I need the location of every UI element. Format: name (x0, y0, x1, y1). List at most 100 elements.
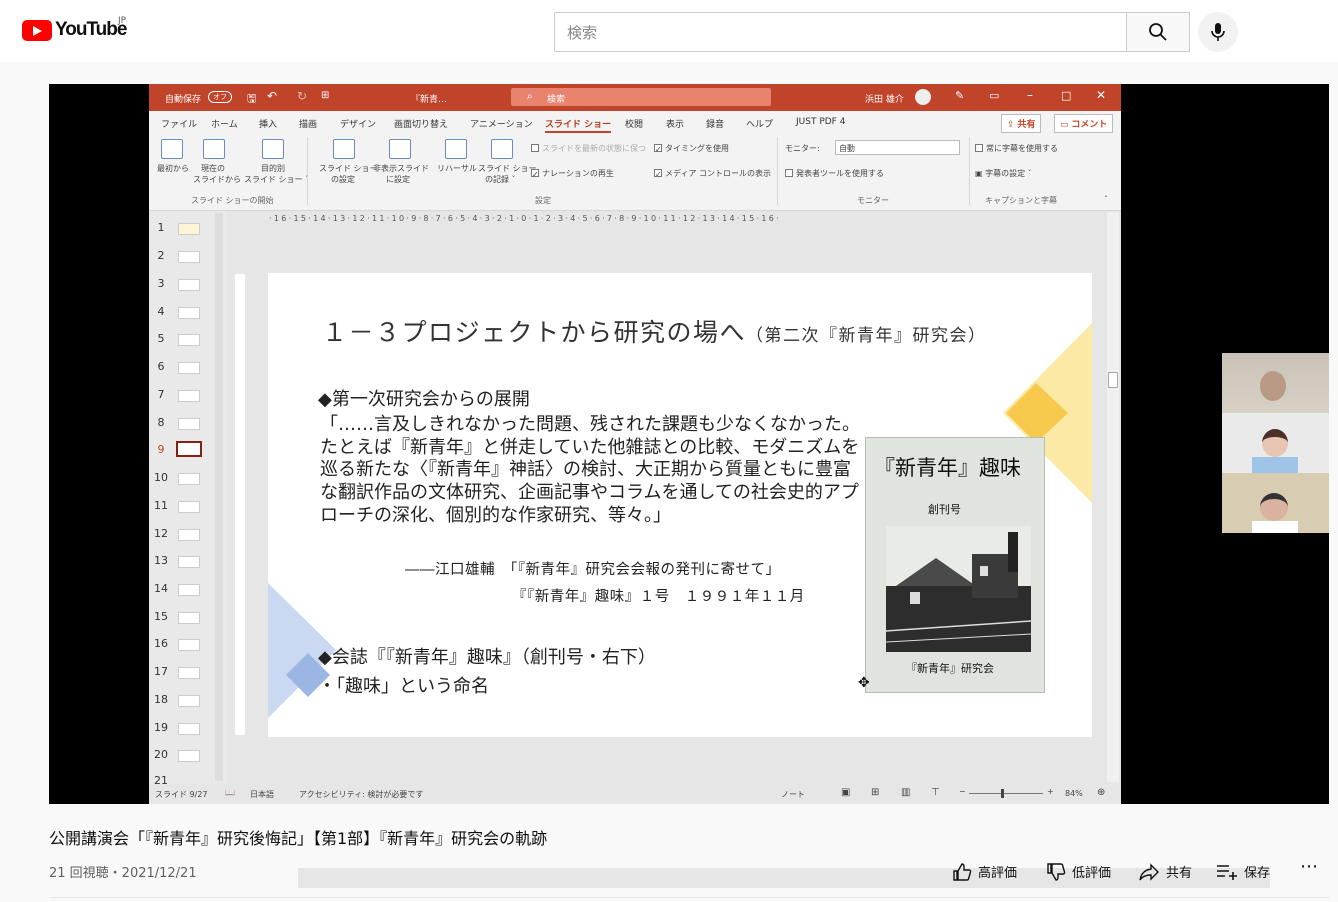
thumbnail-number[interactable]: 13 (153, 554, 169, 567)
presenter-tools-checkbox[interactable]: 発表者ツールを使用する (785, 168, 884, 179)
hide-slide-icon[interactable] (389, 139, 411, 159)
thumbnail[interactable] (178, 501, 200, 513)
always-captions-checkbox[interactable]: 常に字幕を使用する (975, 143, 1058, 154)
fit-slide-icon[interactable]: ⊕ (1097, 787, 1105, 798)
file-name[interactable]: 『新青… (411, 92, 447, 105)
voice-search-button[interactable] (1198, 12, 1238, 52)
monitor-select[interactable]: 自動 (835, 140, 960, 155)
from-start-label[interactable]: 最初から (157, 163, 189, 174)
thumbnail-number[interactable]: 10 (153, 471, 169, 484)
zoom-level[interactable]: 84% (1065, 789, 1083, 798)
user-avatar[interactable] (915, 89, 931, 105)
more-actions-button[interactable]: ⋯ (1300, 856, 1318, 877)
rehearse-icon[interactable] (445, 139, 467, 159)
minimize-icon[interactable]: – (1027, 88, 1033, 102)
vertical-scrollbar[interactable] (1107, 212, 1119, 782)
zoom-in-icon[interactable]: + (1047, 787, 1054, 796)
thumbnail[interactable] (178, 612, 200, 624)
search-input[interactable]: 検索 (554, 12, 1126, 52)
thumbnail-number[interactable]: 2 (153, 249, 169, 262)
save-video-button[interactable]: 保存 (1216, 862, 1270, 881)
thumbnail-number-active[interactable]: 9 (153, 443, 169, 456)
setup-show-label-1[interactable]: スライド ショー (319, 163, 378, 174)
thumbnail-number[interactable]: 8 (153, 416, 169, 429)
thumbnail-number[interactable]: 11 (153, 499, 169, 512)
save-icon[interactable]: 🖫 (247, 90, 256, 109)
menu-animations[interactable]: アニメーション (470, 117, 533, 130)
thumbnail-number[interactable]: 16 (153, 637, 169, 650)
thumbnail[interactable] (178, 390, 200, 402)
thumbnail[interactable] (178, 584, 200, 596)
thumbnail[interactable] (178, 639, 200, 651)
thumbnail[interactable] (178, 279, 200, 291)
menu-record[interactable]: 録音 (706, 117, 724, 130)
dislike-button[interactable]: 低評価 (1046, 862, 1111, 881)
record-show-label-1[interactable]: スライド ショー (478, 163, 537, 174)
thumbnail[interactable] (178, 251, 200, 263)
record-show-icon[interactable] (491, 139, 513, 159)
thumbnail[interactable] (178, 334, 200, 346)
zoom-slider-thumb[interactable] (1001, 789, 1004, 798)
language-label[interactable]: 日本語 (250, 789, 274, 800)
maximize-icon[interactable]: □ (1061, 89, 1071, 102)
from-current-label-2[interactable]: スライドから (193, 174, 241, 185)
comment-button[interactable]: ▭ コメント (1054, 114, 1114, 133)
custom-show-label-1[interactable]: 目的別 (261, 163, 285, 174)
thumbnail-number[interactable]: 14 (153, 582, 169, 595)
slide-canvas[interactable]: １－３プロジェクトから研究の場へ（第二次『新青年』研究会） ◆第一次研究会からの… (268, 273, 1092, 737)
thumbnail[interactable] (178, 362, 200, 374)
slideshow-view-icon[interactable]: ⊤ (931, 787, 940, 798)
hide-slide-label-1[interactable]: 非表示スライド (373, 163, 429, 174)
share-video-button[interactable]: 共有 (1138, 862, 1192, 881)
notes-view-icon[interactable]: 📖 (225, 788, 235, 797)
thumbnail[interactable] (178, 529, 200, 541)
menu-draw[interactable]: 描画 (299, 117, 317, 130)
menu-insert[interactable]: 挿入 (259, 117, 277, 130)
thumbnail-number[interactable]: 20 (153, 748, 169, 761)
undo-icon[interactable]: ↶ (267, 89, 277, 103)
media-controls-checkbox[interactable]: ✓ メディア コントロールの表示 (654, 168, 771, 179)
present-icon[interactable]: ⊞ (321, 90, 329, 101)
ribbon-display-icon[interactable]: ▭ (989, 89, 999, 102)
from-current-label-1[interactable]: 現在の (201, 163, 225, 174)
thumbnail-number[interactable]: 17 (153, 665, 169, 678)
search-button[interactable] (1126, 12, 1190, 52)
from-start-icon[interactable] (161, 139, 183, 159)
menu-justpdf[interactable]: JUST PDF 4 (796, 117, 845, 127)
thumbnail-number[interactable]: 5 (153, 332, 169, 345)
thumbnail-number[interactable]: 4 (153, 305, 169, 318)
thumbnail-number[interactable]: 1 (153, 221, 169, 234)
from-current-icon[interactable] (203, 139, 225, 159)
collapse-ribbon-icon[interactable]: ˆ (1104, 195, 1108, 204)
rehearse-label[interactable]: リハーサル (437, 163, 477, 174)
thumbnail-number[interactable]: 12 (153, 527, 169, 540)
thumbnail-number[interactable]: 3 (153, 277, 169, 290)
thumbnail-number[interactable]: 15 (153, 610, 169, 623)
narration-checkbox[interactable]: ✓ ナレーションの再生 (531, 168, 614, 179)
menu-design[interactable]: デザイン (340, 117, 376, 130)
keep-fresh-checkbox[interactable]: スライドを最新の状態に保つ (531, 143, 646, 154)
thumbnail-number[interactable]: 18 (153, 693, 169, 706)
normal-view-icon[interactable]: ▣ (841, 787, 850, 798)
thumbnail[interactable] (178, 307, 200, 319)
accessibility-status[interactable]: アクセシビリティ: 検討が必要です (299, 789, 423, 800)
hide-slide-label-2[interactable]: に設定 (386, 174, 410, 185)
use-timing-checkbox[interactable]: ✓ タイミングを使用 (654, 143, 729, 154)
menu-view[interactable]: 表示 (666, 117, 684, 130)
ppt-search-box[interactable]: ⌕ 検索 (511, 88, 771, 106)
menu-help[interactable]: ヘルプ (746, 117, 773, 130)
custom-show-label-2[interactable]: スライド ショー ˇ (244, 174, 309, 185)
thumbnail[interactable] (178, 723, 200, 735)
thumbnail[interactable] (178, 750, 200, 762)
autosave-toggle[interactable]: オフ (208, 91, 232, 103)
thumbnail[interactable] (178, 418, 200, 430)
redo-icon[interactable]: ↻ (297, 89, 307, 103)
close-icon[interactable]: ✕ (1096, 88, 1106, 102)
thumbnail-number[interactable]: 6 (153, 360, 169, 373)
zoom-slider[interactable] (969, 793, 1043, 794)
pen-icon[interactable]: ✎ (955, 89, 964, 102)
thumbnail[interactable] (178, 556, 200, 568)
custom-show-icon[interactable] (262, 139, 284, 159)
zoom-out-icon[interactable]: − (959, 787, 966, 796)
scrollbar-thumb[interactable] (1108, 372, 1118, 388)
